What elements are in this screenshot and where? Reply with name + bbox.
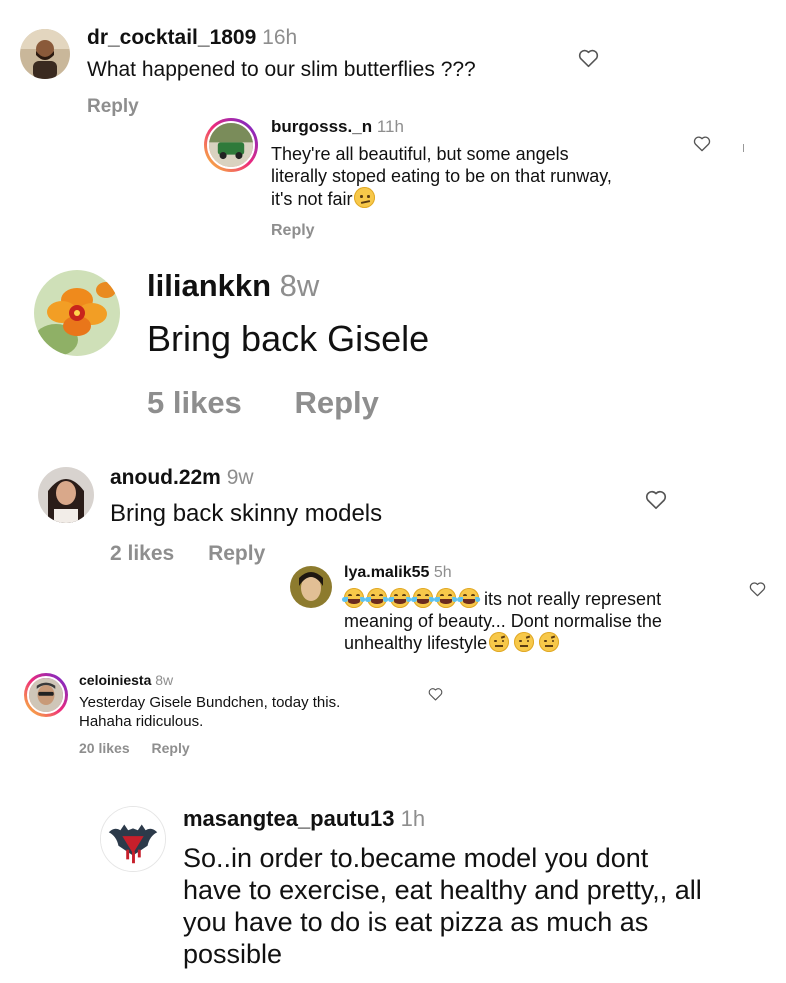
username[interactable]: liliankkn bbox=[147, 268, 271, 303]
comment-text: Bring back skinny models bbox=[110, 500, 383, 527]
laughing-tears-icon bbox=[365, 588, 389, 608]
comment-header: burgosss._n 11h bbox=[271, 117, 404, 137]
comment-header: celoiniesta 8w bbox=[79, 672, 173, 688]
comment-text-line: its not really represent bbox=[342, 588, 662, 610]
woman-portrait-avatar bbox=[38, 467, 94, 523]
reply-button[interactable]: Reply bbox=[208, 542, 265, 566]
avatar[interactable] bbox=[34, 270, 120, 356]
comment-actions: 5 likes Reply bbox=[147, 385, 379, 421]
avatar[interactable] bbox=[290, 566, 332, 608]
batman-superman-logo-avatar bbox=[101, 807, 165, 871]
comment-text: Bring back Gisele bbox=[147, 318, 430, 359]
raised-eyebrow-icon bbox=[514, 632, 535, 652]
man-sunglasses-avatar bbox=[29, 678, 63, 712]
raised-eyebrow-icon bbox=[489, 632, 510, 652]
comment-header: liliankkn 8w bbox=[147, 268, 319, 304]
heart-outline-icon[interactable] bbox=[645, 489, 667, 510]
comment-text: What happened to our slim butterflies ??… bbox=[87, 58, 476, 81]
timestamp: 1h bbox=[400, 806, 426, 831]
timestamp: 16h bbox=[262, 26, 298, 49]
username[interactable]: lya.malik55 bbox=[344, 564, 429, 581]
timestamp: 5h bbox=[433, 564, 452, 581]
timestamp: 8w bbox=[279, 268, 320, 303]
laughing-tears-icon bbox=[434, 588, 458, 608]
heart-outline-icon[interactable] bbox=[693, 135, 711, 152]
likes-count[interactable]: 20 likes bbox=[79, 740, 130, 756]
comment-text-fragment: it's not fair bbox=[271, 189, 353, 209]
woman-selfie-avatar bbox=[290, 566, 332, 608]
comment-text-line: They're all beautiful, but some angels bbox=[271, 144, 569, 164]
comment-text-line: Yesterday Gisele Bundchen, today this. bbox=[79, 694, 341, 711]
avatar[interactable] bbox=[38, 467, 94, 523]
comment-text: Yesterday Gisele Bundchen, today this. H… bbox=[79, 693, 340, 731]
comment-text-line: Hahaha ridiculous. bbox=[79, 713, 204, 730]
username[interactable]: burgosss._n bbox=[271, 117, 372, 136]
comment-text-line: it's not fair bbox=[271, 187, 612, 210]
username[interactable]: anoud.22m bbox=[110, 466, 221, 489]
laughing-tears-icon bbox=[457, 588, 481, 608]
avatar[interactable] bbox=[24, 673, 68, 717]
orange-orchid-avatar bbox=[34, 270, 120, 356]
comment-header: lya.malik55 5h bbox=[344, 564, 452, 582]
comment-text-line: you have to do is eat pizza as much as bbox=[183, 907, 649, 937]
username[interactable]: dr_cocktail_1809 bbox=[87, 26, 256, 49]
avatar[interactable] bbox=[20, 29, 70, 79]
comment-text-line: have to exercise, eat healthy and pretty… bbox=[183, 875, 702, 905]
comment-actions: 20 likes Reply bbox=[79, 740, 190, 756]
comment-text-line: unhealthy lifestyle bbox=[344, 632, 662, 654]
reply-button[interactable]: Reply bbox=[152, 740, 190, 756]
comment-text-fragment: its not really represent bbox=[479, 589, 662, 609]
likes-count[interactable]: 2 likes bbox=[110, 542, 174, 566]
man-with-beard-avatar bbox=[20, 29, 70, 79]
username[interactable]: masangtea_pautu13 bbox=[183, 806, 395, 831]
laughing-tears-icon bbox=[342, 588, 366, 608]
green-car-avatar bbox=[209, 123, 253, 167]
raised-eyebrow-icon bbox=[539, 632, 560, 652]
laughing-tears-icon bbox=[388, 588, 412, 608]
reply-button[interactable]: Reply bbox=[294, 385, 378, 421]
likes-count[interactable]: 5 likes bbox=[147, 385, 242, 421]
comment-text-fragment: unhealthy lifestyle bbox=[344, 633, 488, 653]
confused-face-icon bbox=[354, 187, 376, 208]
divider-mark bbox=[743, 144, 744, 152]
timestamp: 11h bbox=[376, 117, 404, 136]
comment-actions: Reply bbox=[87, 96, 139, 118]
timestamp: 8w bbox=[155, 672, 174, 688]
timestamp: 9w bbox=[226, 466, 254, 489]
comment-text-line: meaning of beauty... Dont normalise the bbox=[344, 611, 662, 631]
avatar[interactable] bbox=[204, 118, 258, 172]
comment-text: So..in order to.became model you dont ha… bbox=[183, 842, 702, 970]
comment-header: dr_cocktail_1809 16h bbox=[87, 26, 297, 50]
comment-actions: 2 likes Reply bbox=[110, 542, 265, 566]
heart-outline-icon[interactable] bbox=[428, 687, 443, 701]
comment-text-line: literally stoped eating to be on that ru… bbox=[271, 166, 612, 186]
comment-text-line: possible bbox=[183, 939, 283, 969]
comment-text-line: So..in order to.became model you dont bbox=[183, 843, 649, 873]
heart-outline-icon[interactable] bbox=[578, 48, 599, 68]
comment-header: anoud.22m 9w bbox=[110, 466, 254, 490]
laughing-tears-icon bbox=[411, 588, 435, 608]
comment-actions: Reply bbox=[271, 222, 315, 240]
comment-header: masangtea_pautu13 1h bbox=[183, 806, 425, 832]
reply-button[interactable]: Reply bbox=[87, 96, 139, 118]
heart-outline-icon[interactable] bbox=[749, 581, 766, 597]
avatar[interactable] bbox=[100, 806, 166, 872]
reply-button[interactable]: Reply bbox=[271, 222, 315, 240]
comment-text: its not really represent meaning of beau… bbox=[342, 588, 662, 654]
comment-text: They're all beautiful, but some angels l… bbox=[271, 143, 612, 210]
username[interactable]: celoiniesta bbox=[79, 672, 151, 688]
